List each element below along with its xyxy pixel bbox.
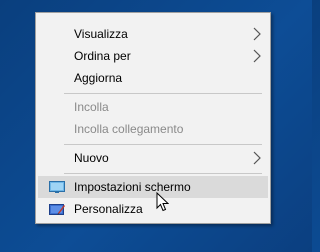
- menu-item-incolla-collegamento: Incolla collegamento: [38, 118, 268, 140]
- context-menu: Visualizza Ordina per Aggiorna Incolla I…: [35, 12, 271, 224]
- chevron-right-icon: [253, 49, 261, 63]
- menu-item-incolla: Incolla: [38, 96, 268, 118]
- menu-item-label: Impostazioni schermo: [74, 180, 191, 194]
- menu-item-label: Aggiorna: [74, 71, 123, 85]
- display-settings-icon: [49, 181, 65, 193]
- menu-item-visualizza[interactable]: Visualizza: [38, 23, 268, 45]
- menu-item-nuovo[interactable]: Nuovo: [38, 147, 268, 169]
- menu-item-personalizza[interactable]: Personalizza: [38, 198, 268, 220]
- menu-separator: [64, 144, 262, 145]
- menu-item-label: Nuovo: [74, 151, 109, 165]
- mouse-pointer-icon: [156, 192, 169, 212]
- menu-separator: [64, 173, 262, 174]
- chevron-right-icon: [253, 27, 261, 41]
- menu-item-label: Ordina per: [74, 49, 131, 63]
- menu-item-label: Personalizza: [74, 202, 143, 216]
- menu-item-aggiorna[interactable]: Aggiorna: [38, 67, 268, 89]
- menu-item-label: Visualizza: [74, 27, 128, 41]
- menu-item-ordina-per[interactable]: Ordina per: [38, 45, 268, 67]
- menu-item-label: Incolla collegamento: [74, 122, 184, 136]
- menu-item-impostazioni-schermo[interactable]: Impostazioni schermo: [38, 176, 268, 198]
- menu-item-label: Incolla: [74, 100, 109, 114]
- chevron-right-icon: [253, 151, 261, 165]
- personalize-icon: [49, 204, 65, 215]
- menu-separator: [64, 93, 262, 94]
